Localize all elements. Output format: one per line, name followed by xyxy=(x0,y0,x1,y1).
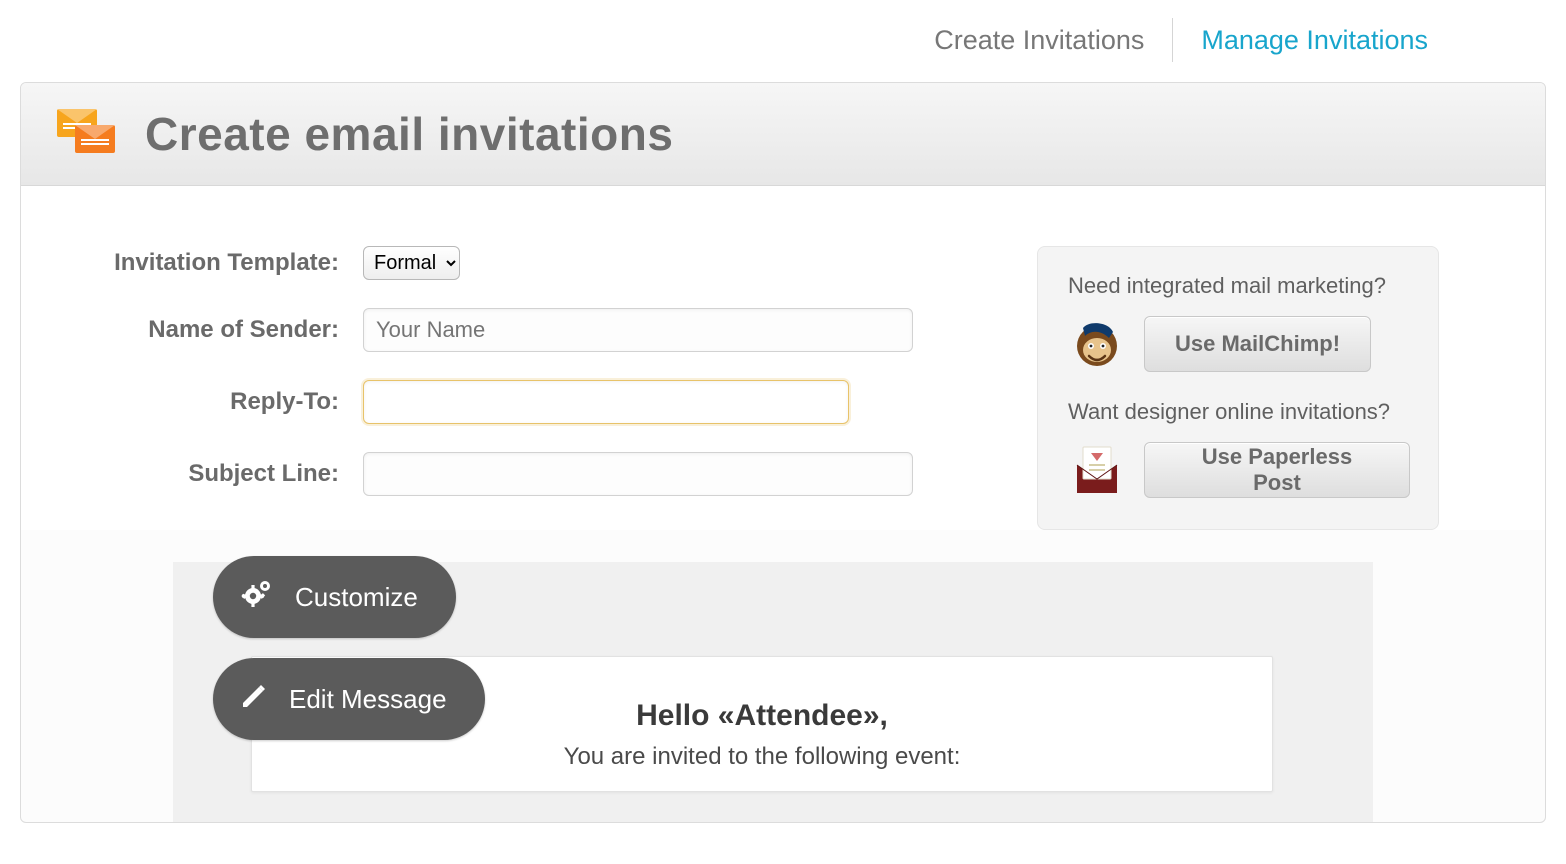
mailchimp-logo-icon xyxy=(1068,315,1126,373)
integrations-sidebar: Need integrated mail marketing? Use Mail… xyxy=(1037,246,1439,530)
sender-input[interactable] xyxy=(363,308,913,352)
template-label: Invitation Template: xyxy=(73,249,363,277)
subject-label: Subject Line: xyxy=(73,460,363,488)
main-panel: Create email invitations Invitation Temp… xyxy=(20,82,1546,823)
pencil-icon xyxy=(239,681,269,718)
preview-area: Hello «Attendee», You are invited to the… xyxy=(41,562,1525,822)
sender-label: Name of Sender: xyxy=(73,316,363,344)
subline-text: You are invited to the following event: xyxy=(292,743,1232,771)
envelope-stack-icon xyxy=(57,109,119,159)
top-tabs: Create Invitations Manage Invitations xyxy=(0,0,1566,80)
use-paperless-post-button[interactable]: Use Paperless Post xyxy=(1144,442,1410,498)
tab-manage-invitations[interactable]: Manage Invitations xyxy=(1173,25,1456,56)
mailchimp-question: Need integrated mail marketing? xyxy=(1068,273,1410,299)
invitation-form: Invitation Template: Formal Name of Send… xyxy=(73,246,989,524)
gear-icon xyxy=(239,576,275,619)
customize-label: Customize xyxy=(295,582,418,613)
replyto-label: Reply-To: xyxy=(73,388,363,416)
paperless-question: Want designer online invitations? xyxy=(1068,399,1410,425)
template-select[interactable]: Formal xyxy=(363,246,460,280)
panel-header: Create email invitations xyxy=(21,83,1545,186)
edit-message-label: Edit Message xyxy=(289,684,447,715)
edit-message-button[interactable]: Edit Message xyxy=(213,658,485,740)
page-title: Create email invitations xyxy=(145,107,673,161)
customize-button[interactable]: Customize xyxy=(213,556,456,638)
paperless-post-logo-icon xyxy=(1068,441,1126,499)
use-mailchimp-button[interactable]: Use MailChimp! xyxy=(1144,316,1371,372)
tab-create-invitations[interactable]: Create Invitations xyxy=(906,25,1172,56)
subject-input[interactable] xyxy=(363,452,913,496)
replyto-input[interactable] xyxy=(363,380,849,424)
